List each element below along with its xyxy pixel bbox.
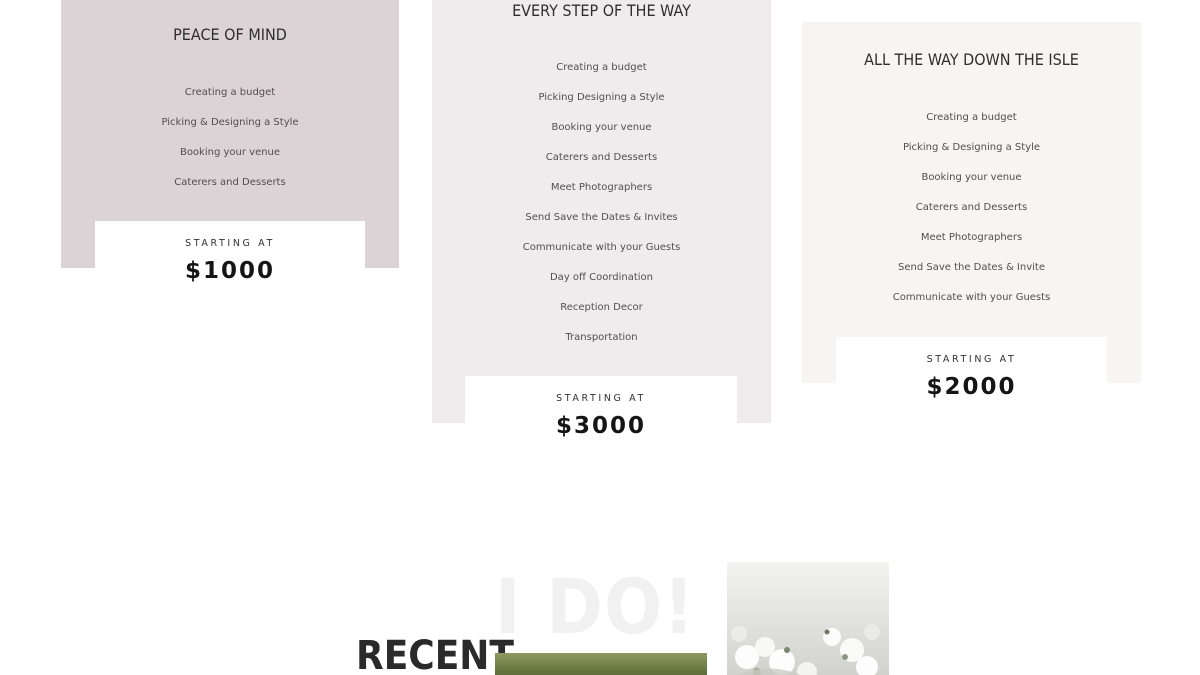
list-item: Picking & Designing a Style xyxy=(902,142,1041,153)
list-item: Booking your venue xyxy=(921,172,1022,183)
pricing-card-all-the-way: ALL THE WAY DOWN THE ISLE Creating a bud… xyxy=(802,22,1141,383)
list-item: Transportation xyxy=(565,332,638,343)
price-box: STARTING AT $3000 xyxy=(465,376,737,446)
pricing-card-every-step: EVERY STEP OF THE WAY Creating a budget … xyxy=(432,0,771,423)
card-title: ALL THE WAY DOWN THE ISLE xyxy=(864,50,1079,69)
feature-list: Creating a budget Picking Designing a St… xyxy=(432,61,771,361)
list-item: Caterers and Desserts xyxy=(174,177,286,188)
card-title: EVERY STEP OF THE WAY xyxy=(512,1,691,20)
list-item: Reception Decor xyxy=(560,302,643,313)
i-do-watermark: I DO! xyxy=(495,562,696,651)
feature-list: Creating a budget Picking & Designing a … xyxy=(61,86,399,206)
list-item: Caterers and Desserts xyxy=(915,202,1028,213)
starting-at-label: STARTING AT xyxy=(185,238,275,249)
feature-list: Creating a budget Picking & Designing a … xyxy=(802,111,1141,321)
list-item: Creating a budget xyxy=(184,87,276,98)
recent-section-title: RECENT xyxy=(356,633,514,675)
price-value: $3000 xyxy=(555,413,647,439)
price-box: STARTING AT $2000 xyxy=(836,337,1107,407)
recent-photo-grass[interactable] xyxy=(495,653,707,675)
list-item: Booking your venue xyxy=(179,147,281,158)
list-item: Send Save the Dates & Invites xyxy=(525,212,678,223)
card-title: PEACE OF MIND xyxy=(173,25,287,44)
list-item: Creating a budget xyxy=(926,112,1017,123)
starting-at-label: STARTING AT xyxy=(556,393,646,404)
flower-bouquet-image xyxy=(731,624,889,675)
list-item: Communicate with your Guests xyxy=(892,292,1051,303)
list-item: Creating a budget xyxy=(556,62,647,73)
list-item: Picking Designing a Style xyxy=(538,92,665,103)
price-value: $2000 xyxy=(926,374,1017,400)
price-box: STARTING AT $1000 xyxy=(95,221,365,291)
list-item: Picking & Designing a Style xyxy=(161,117,299,128)
list-item: Day off Coordination xyxy=(549,272,653,283)
list-item: Caterers and Desserts xyxy=(545,152,658,163)
list-item: Meet Photographers xyxy=(920,232,1023,243)
list-item: Send Save the Dates & Invite xyxy=(897,262,1045,273)
list-item: Booking your venue xyxy=(551,122,652,133)
list-item: Meet Photographers xyxy=(550,182,653,193)
starting-at-label: STARTING AT xyxy=(926,354,1017,365)
price-value: $1000 xyxy=(184,258,276,284)
list-item: Communicate with your Guests xyxy=(522,242,681,253)
recent-photo-flowers[interactable] xyxy=(727,562,889,675)
